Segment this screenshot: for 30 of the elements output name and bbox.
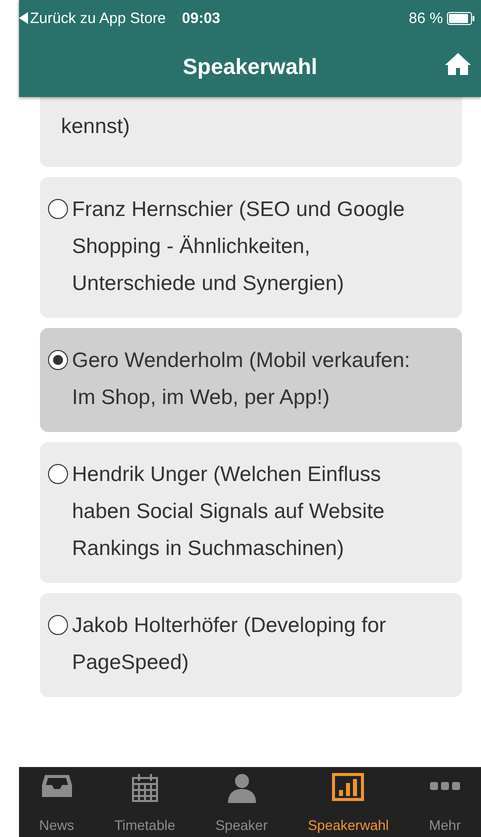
battery-icon (447, 12, 475, 24)
speaker-option[interactable]: Gero Wenderholm (Mobil verkaufen: Im Shop, im Web, per App!) (40, 328, 462, 432)
option-label: Hendrik Unger (Welchen Einfluss haben Social Signals auf Website Rankings in Suchmaschinen) (72, 462, 386, 562)
back-link[interactable]: Zurück zu App Store (30, 10, 166, 26)
tab-item[interactable]: Speakerwahl (308, 767, 389, 837)
option-label: Jakob Holterhöfer (Developing for PageSpeed) (72, 613, 387, 676)
option-label: kennst) (61, 114, 130, 140)
tab-item[interactable]: Mehr (428, 767, 461, 837)
radio-button[interactable] (48, 464, 68, 484)
tab-item[interactable]: Timetable (114, 767, 176, 837)
option-label: Franz Hernschier (SEO und Google Shopping - Ähnlichkeiten, Unterschiede und Synergien) (72, 197, 406, 297)
home-icon[interactable] (445, 52, 471, 76)
radio-button[interactable] (48, 199, 68, 219)
radio-button[interactable] (48, 350, 68, 370)
calendar-icon (132, 773, 158, 803)
speaker-option[interactable]: Jakob Holterhöfer (Developing for PageSpeed) (40, 593, 462, 697)
battery-percent: 86 % (408, 10, 443, 26)
bar-chart-icon (332, 773, 364, 801)
radio-button[interactable] (48, 615, 68, 635)
back-arrow-icon (19, 12, 28, 24)
speaker-option[interactable]: Hendrik Unger (Welchen Einfluss haben Social Signals auf Website Rankings in Suchmaschinen) (40, 442, 462, 583)
status-time: 09:03 (182, 10, 220, 26)
inbox-icon (42, 773, 72, 799)
tab-item[interactable]: News (39, 767, 74, 837)
person-icon (226, 773, 257, 803)
speaker-option[interactable]: kennst) (40, 97, 462, 167)
page-title: Speakerwahl (182, 54, 318, 80)
speaker-option[interactable]: Franz Hernschier (SEO und Google Shopping - Ähnlichkeiten, Unterschiede und Synergien) (40, 177, 462, 318)
tab-item[interactable]: Speaker (215, 767, 268, 837)
option-label: Gero Wenderholm (Mobil verkaufen: Im Shop, im Web, per App!) (72, 348, 412, 411)
